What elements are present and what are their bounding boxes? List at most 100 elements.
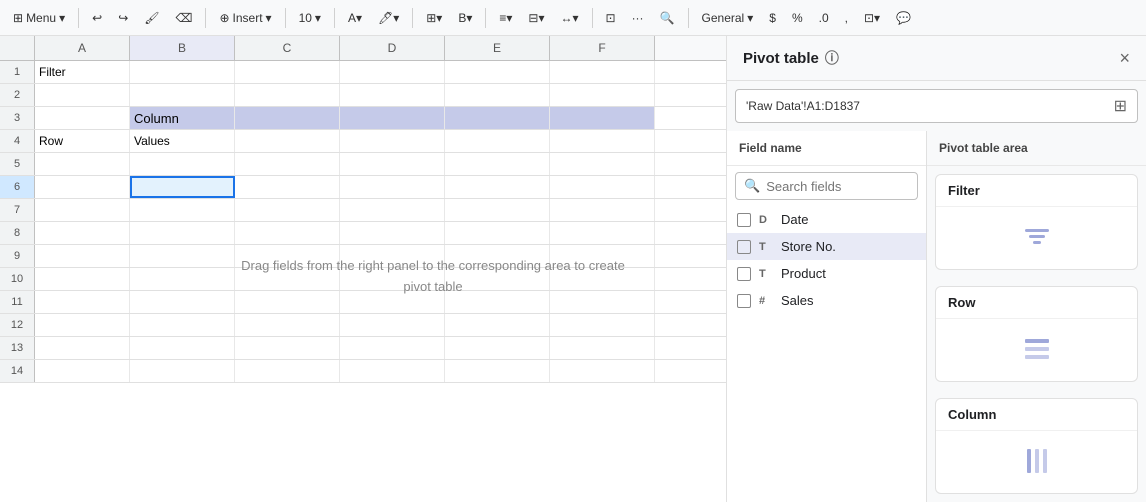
cell-b3[interactable]: Column [130,107,235,129]
font-size-chevron-icon: ▾ [315,11,321,25]
table-row: 6 [0,176,726,199]
main-area: A B C D E F 1 Filter [0,36,1146,502]
font-size-selector[interactable]: 10 ▾ [294,8,326,28]
clear-button[interactable]: ⌫ [170,8,197,28]
row-zone-header: Row [936,287,1137,319]
table-row: 11 [0,291,726,314]
list-item[interactable]: D Date [727,206,926,233]
product-type-icon: T [759,268,773,280]
cell-e1[interactable] [445,61,550,83]
table-row: 7 [0,199,726,222]
cell-f1[interactable] [550,61,655,83]
number-format-button[interactable]: ⊡▾ [859,8,885,28]
cell-f4[interactable] [550,130,655,152]
table-row: 4 Row Values [0,130,726,153]
insert-button[interactable]: ⊕ Insert ▾ [214,8,276,28]
col-header-d[interactable]: D [340,36,445,60]
cell-e2[interactable] [445,84,550,106]
table-row: 5 [0,153,726,176]
table-row: 13 [0,337,726,360]
sep1 [78,8,79,28]
help-icon[interactable]: ⓘ [825,48,839,68]
close-button[interactable]: × [1119,49,1130,67]
valign-button[interactable]: ⊟▾ [523,8,549,28]
column-zone[interactable]: Column Drag and drop a field to fill in … [935,398,1138,494]
cell-c1[interactable] [235,61,340,83]
search-box[interactable]: 🔍 [735,172,918,200]
col-header-f[interactable]: F [550,36,655,60]
comment-button[interactable]: 💬 [891,8,916,28]
col-header-a[interactable]: A [35,36,130,60]
text-dir-button[interactable]: ↔▾ [555,8,583,28]
font-color-button[interactable]: A▾ [343,8,367,28]
format-selector[interactable]: General ▾ [697,8,759,28]
table-button[interactable]: ⊞▾ [421,8,447,28]
align-button[interactable]: ≡▾ [494,8,517,28]
filter-zone[interactable]: Filter Filter data according to field [935,174,1138,270]
cell-f2[interactable] [550,84,655,106]
list-item[interactable]: # Sales [727,287,926,314]
search-input[interactable] [766,179,909,194]
cell-f3[interactable] [550,107,655,129]
grid-icon: ⊞ [13,11,23,25]
col-header-b[interactable]: B [130,36,235,60]
cell-d1[interactable] [340,61,445,83]
list-item[interactable]: T Store No. [727,233,926,260]
data-source-bar[interactable]: 'Raw Data'!A1:D1837 ⊞ [735,89,1138,123]
cell-c2[interactable] [235,84,340,106]
percent-button[interactable]: % [787,8,808,28]
format-paint-button[interactable]: 🖌 [139,8,164,28]
field-col-header: Field name [727,131,926,166]
date-type-icon: D [759,214,773,226]
cell-b1[interactable] [130,61,235,83]
highlight-button[interactable]: 🖊▾ [373,8,404,28]
row-zone-body: Drag and drop a field to fill in as [936,319,1137,382]
cell-c4[interactable] [235,130,340,152]
currency-button[interactable]: $ [764,8,781,28]
search-icon: 🔍 [744,178,760,194]
cell-c3[interactable] [235,107,340,129]
col-header-e[interactable]: E [445,36,550,60]
cell-a4[interactable]: Row [35,130,130,152]
filter-drop-icon [1021,221,1053,260]
filter-zone-body: Filter data according to field [936,207,1137,270]
cell-a1[interactable]: Filter [35,61,130,83]
panel-body: Field name 🔍 D Date T [727,131,1146,502]
search-sheet-button[interactable]: 🔍 [655,8,680,28]
store-no-checkbox[interactable] [737,240,751,254]
cell-b4[interactable]: Values [130,130,235,152]
redo-button[interactable]: ↪ [113,8,133,28]
cell-e3[interactable] [445,107,550,129]
view-button[interactable]: ⊡ [601,8,621,28]
cell-a2[interactable] [35,84,130,106]
spreadsheet[interactable]: A B C D E F 1 Filter [0,36,726,502]
thousands-button[interactable]: , [840,8,853,28]
date-checkbox[interactable] [737,213,751,227]
cell-a3[interactable] [35,107,130,129]
sep5 [412,8,413,28]
cell-d4[interactable] [340,130,445,152]
col-header-row: A B C D E F [0,36,726,61]
product-field-label: Product [781,266,916,281]
bold-button[interactable]: B▾ [453,8,477,28]
row-zone[interactable]: Row Drag and drop a field to fill in as [935,286,1138,382]
sep4 [334,8,335,28]
undo-button[interactable]: ↩ [87,8,107,28]
table-row: 3 Column [0,107,726,130]
menu-button[interactable]: ⊞ Menu ▾ [8,8,70,28]
product-checkbox[interactable] [737,267,751,281]
sales-field-label: Sales [781,293,916,308]
list-item[interactable]: T Product [727,260,926,287]
col-header-c[interactable]: C [235,36,340,60]
sales-checkbox[interactable] [737,294,751,308]
table-row: 10 [0,268,726,291]
decimal-button[interactable]: .0 [814,8,834,28]
more-button[interactable]: ··· [627,8,649,28]
insert-chevron-icon: ▾ [266,11,272,25]
cell-e4[interactable] [445,130,550,152]
menu-chevron-icon: ▾ [59,11,65,25]
cell-b2[interactable] [130,84,235,106]
cell-d3[interactable] [340,107,445,129]
cell-d2[interactable] [340,84,445,106]
row-num-1: 1 [0,61,35,83]
